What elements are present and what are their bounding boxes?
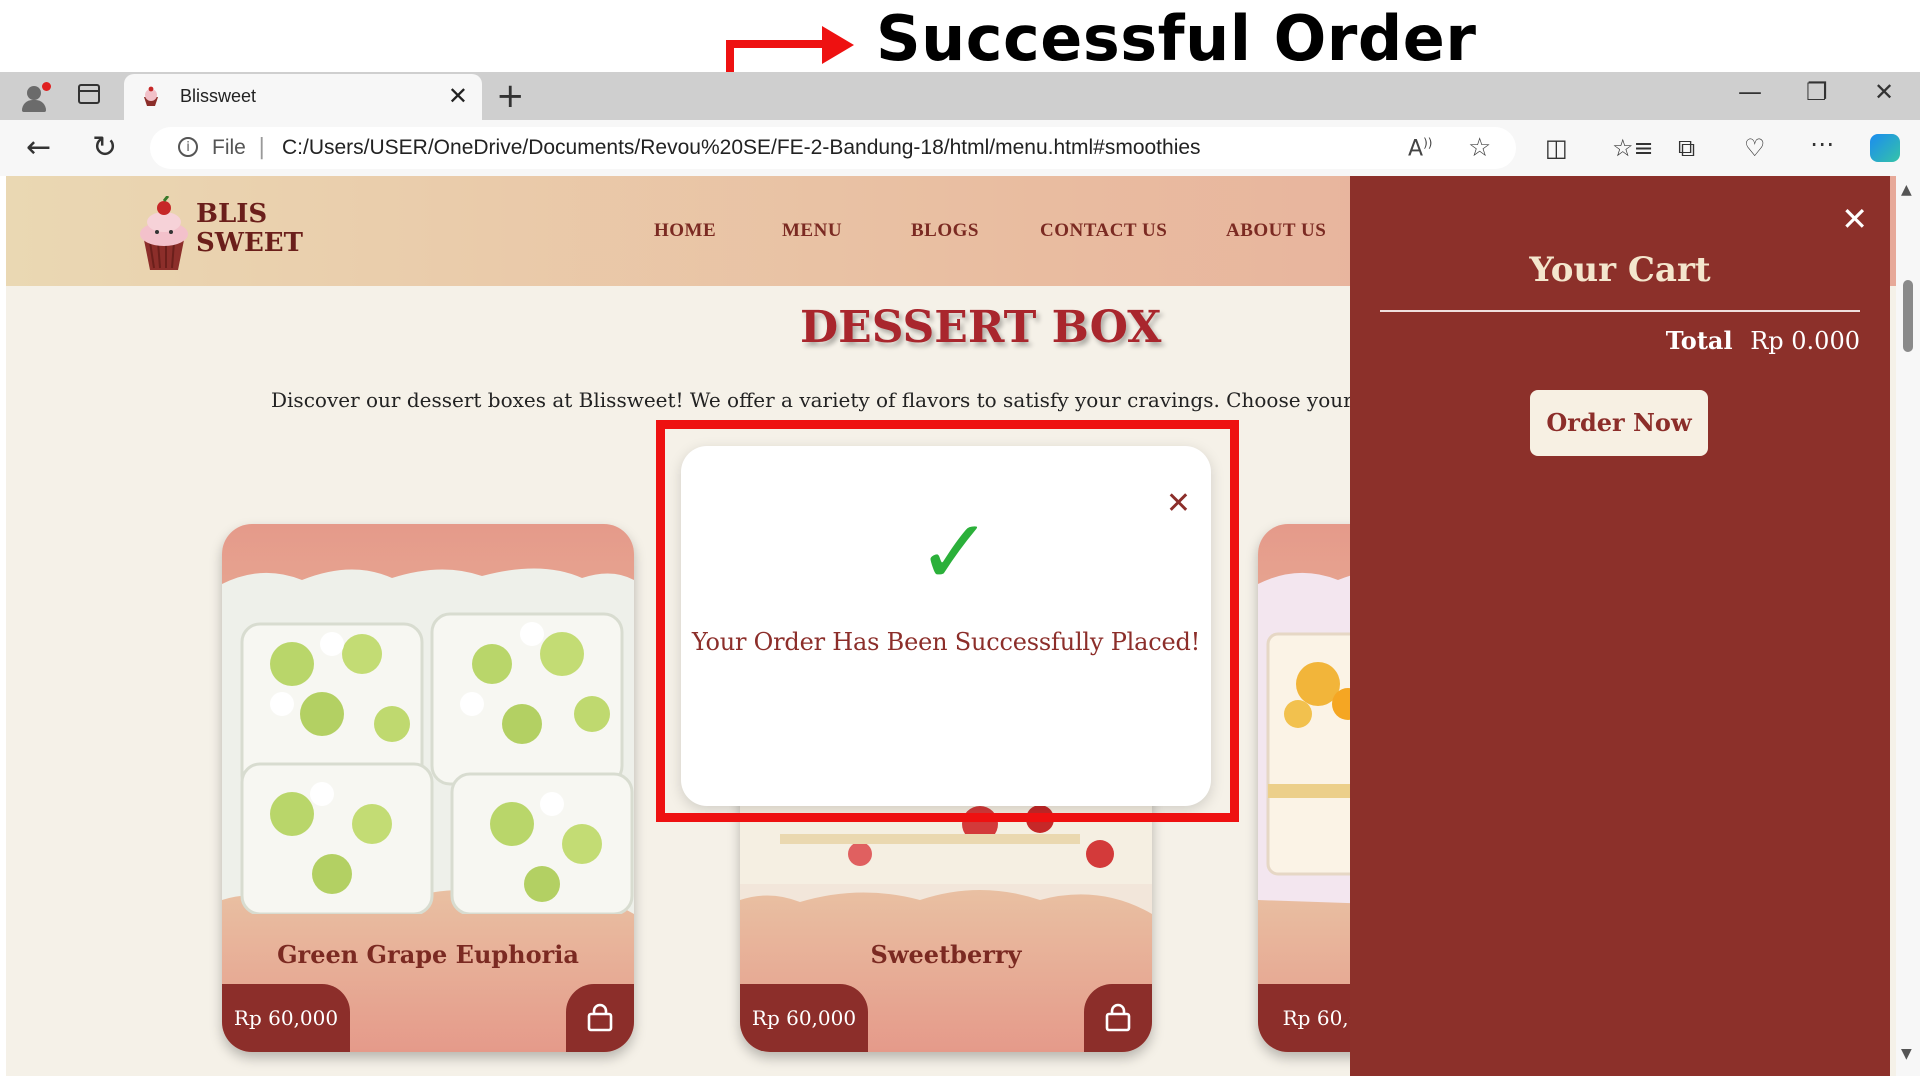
- page-description: Discover our dessert boxes at Blissweet!…: [271, 388, 1500, 412]
- product-name: Sweetberry: [870, 940, 1022, 969]
- product-card[interactable]: Green Grape Euphoria Rp 60,000: [222, 524, 634, 1052]
- new-tab-icon[interactable]: +: [496, 76, 525, 116]
- read-aloud-icon[interactable]: A)): [1408, 136, 1432, 161]
- cart-total: Total Rp 0.000: [1666, 326, 1860, 355]
- back-icon[interactable]: ←: [26, 130, 51, 165]
- minimize-icon[interactable]: —: [1738, 78, 1762, 106]
- cupcake-logo-icon: [140, 196, 188, 270]
- site-logo[interactable]: BLIS SWEET: [136, 196, 306, 276]
- annotation-arrow-horizontal: [726, 40, 826, 48]
- url-scheme: File: [212, 136, 246, 159]
- cart-total-value: Rp 0.000: [1750, 327, 1860, 355]
- tab-actions-icon[interactable]: [78, 84, 100, 104]
- browser-tab[interactable]: Blissweet ✕: [124, 74, 482, 120]
- scroll-thumb[interactable]: [1903, 280, 1913, 352]
- reload-icon[interactable]: ↻: [92, 130, 117, 165]
- add-to-cart-button[interactable]: [1084, 984, 1152, 1052]
- cupcake-favicon-icon: [144, 86, 158, 106]
- page-title: DESSERT BOX: [800, 302, 1162, 353]
- scroll-down-icon[interactable]: ▼: [1901, 1046, 1912, 1062]
- more-options-icon[interactable]: ⋯: [1810, 130, 1834, 158]
- product-price: Rp 60,000: [222, 984, 350, 1052]
- browser-essentials-icon[interactable]: ♡: [1744, 134, 1766, 162]
- order-now-button[interactable]: Order Now: [1530, 390, 1708, 456]
- shopping-bag-icon: [1105, 1003, 1131, 1032]
- close-icon[interactable]: ✕: [1166, 486, 1191, 521]
- logo-line2: SWEET: [196, 228, 303, 258]
- product-name: Green Grape Euphoria: [277, 940, 579, 969]
- add-to-cart-button[interactable]: [566, 984, 634, 1052]
- nav-home[interactable]: HOME: [654, 220, 716, 242]
- cart-divider: [1380, 310, 1860, 312]
- url-separator: |: [258, 135, 266, 160]
- cart-total-label: Total: [1665, 326, 1733, 355]
- copilot-icon[interactable]: [1870, 134, 1900, 162]
- window-close-icon[interactable]: ✕: [1874, 78, 1894, 106]
- page-scrollbar[interactable]: ▲ ▼: [1896, 176, 1920, 1076]
- url-field[interactable]: i File | C:/Users/USER/OneDrive/Document…: [150, 127, 1516, 169]
- info-icon[interactable]: i: [178, 137, 198, 157]
- browser-address-bar: ← ↻ i File | C:/Users/USER/OneDrive/Docu…: [0, 120, 1920, 176]
- order-success-modal: ✓ ✕ Your Order Has Been Successfully Pla…: [681, 446, 1211, 806]
- nav-about-us[interactable]: ABOUT US: [1226, 220, 1326, 242]
- collections-icon[interactable]: ⧉: [1678, 134, 1695, 162]
- success-message: Your Order Has Been Successfully Placed!: [691, 628, 1201, 656]
- restore-icon[interactable]: ❐: [1806, 78, 1828, 106]
- annotation-arrowhead: [822, 26, 854, 64]
- profile-icon[interactable]: [16, 78, 52, 114]
- logo-line1: BLIS: [196, 199, 268, 229]
- favorites-icon[interactable]: ☆≡: [1612, 134, 1654, 162]
- url-text[interactable]: C:/Users/USER/OneDrive/Documents/Revou%2…: [282, 136, 1201, 160]
- tab-title: Blissweet: [180, 86, 257, 106]
- nav-contact-us[interactable]: CONTACT US: [1040, 220, 1167, 242]
- annotation-label: Successful Order: [876, 2, 1477, 75]
- nav-blogs[interactable]: BLOGS: [911, 220, 979, 242]
- tab-close-icon[interactable]: ✕: [448, 82, 468, 110]
- product-price: Rp 60,000: [740, 984, 868, 1052]
- browser-tab-bar: Blissweet ✕ + — ❐ ✕: [0, 72, 1920, 120]
- split-screen-icon[interactable]: ◫: [1545, 134, 1568, 162]
- favorite-star-icon[interactable]: ☆: [1468, 133, 1491, 163]
- cart-title: Your Cart: [1529, 250, 1711, 290]
- scroll-up-icon[interactable]: ▲: [1901, 182, 1912, 198]
- product-photo: [222, 568, 634, 914]
- cart-panel: ✕ Your Cart Total Rp 0.000 Order Now: [1350, 176, 1890, 1076]
- shopping-bag-icon: [587, 1003, 613, 1032]
- nav-menu[interactable]: MENU: [782, 220, 842, 242]
- check-icon: ✓: [917, 500, 993, 605]
- cart-close-icon[interactable]: ✕: [1841, 200, 1868, 238]
